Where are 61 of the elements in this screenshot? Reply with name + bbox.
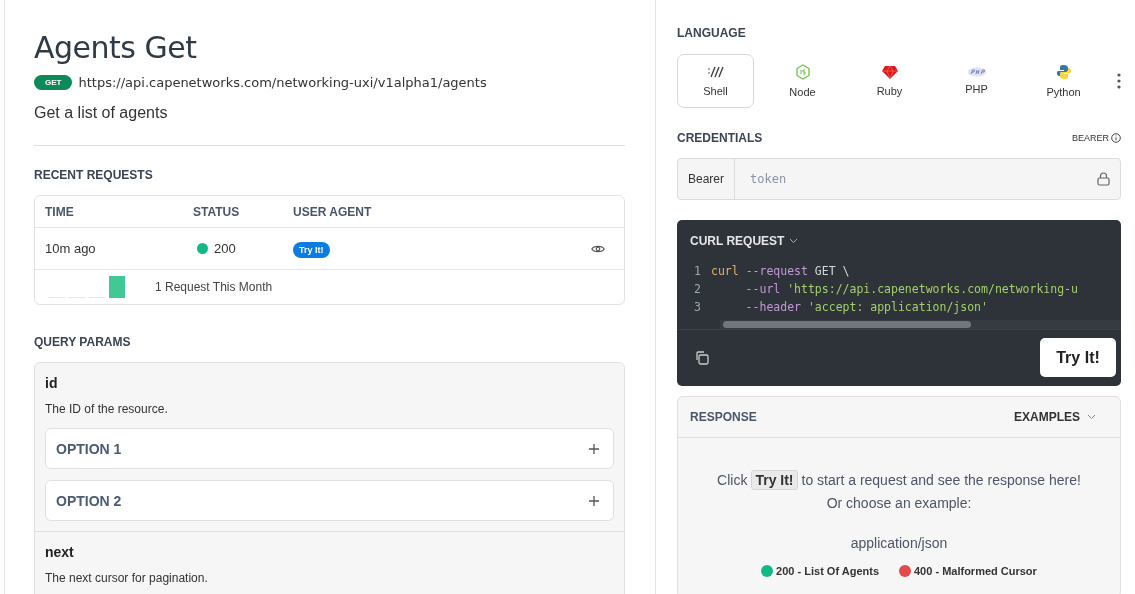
try-it-chip: Try It! <box>751 470 798 490</box>
line-number: 1 <box>693 263 702 280</box>
status-code: 200 <box>214 241 236 256</box>
gem-icon <box>881 65 898 79</box>
try-it-button[interactable]: Try It! <box>1040 338 1116 377</box>
user-agent-badge: Try It! <box>293 242 330 258</box>
example-link[interactable]: 200 - List Of Agents <box>776 565 879 577</box>
line-number: 3 <box>693 299 702 316</box>
page-title: Agents Get <box>34 30 198 65</box>
content-type-label: application/json <box>849 535 949 551</box>
endpoint-description: Get a list of agents <box>34 104 169 122</box>
language-tab[interactable]: Node <box>764 54 841 108</box>
column-header: USER AGENT <box>293 204 372 219</box>
line-number: 2 <box>693 281 702 298</box>
language-tab[interactable]: PHP <box>938 54 1015 108</box>
code-title[interactable]: CURL REQUEST <box>690 234 785 248</box>
section-heading: QUERY PARAMS <box>34 335 132 349</box>
info-icon[interactable] <box>1111 133 1121 143</box>
section-heading: RESPONSE <box>690 410 757 424</box>
hexagon-icon <box>795 64 810 80</box>
chevron-down-icon[interactable] <box>1087 414 1096 420</box>
example-link[interactable]: 400 - Malformed Cursor <box>914 565 1037 577</box>
scrollbar-thumb[interactable] <box>723 321 971 328</box>
section-heading: RECENT REQUESTS <box>34 168 154 182</box>
param-name: next <box>45 544 75 560</box>
request-summary: 1 Request This Month <box>155 280 273 294</box>
section-heading: CREDENTIALS <box>677 131 763 145</box>
section-heading: LANGUAGE <box>677 26 747 40</box>
option-label: OPTION 1 <box>56 440 122 457</box>
method-badge: GET <box>34 75 73 90</box>
examples-dropdown[interactable]: EXAMPLES <box>1014 410 1080 424</box>
hint-text: Or choose an example: <box>825 495 973 511</box>
param-description: The next cursor for pagination. <box>45 571 209 585</box>
code-line: --header 'accept: application/json' <box>744 299 988 316</box>
code-line: --url 'https://api.capenetworks.com/networking-u <box>744 281 1078 298</box>
field-prefix: Bearer <box>678 159 736 199</box>
option-row[interactable]: OPTION 2 <box>45 480 614 521</box>
chevron-down-icon[interactable] <box>789 238 799 244</box>
more-icon[interactable] <box>1117 73 1121 89</box>
language-tab[interactable]: Ruby <box>851 54 928 108</box>
snake-logo-icon <box>1055 64 1072 80</box>
language-tab[interactable]: Shell <box>677 54 754 108</box>
lock-icon <box>1097 172 1110 186</box>
hint-text: to start a request and see the response here! <box>801 472 1081 488</box>
option-label: OPTION 2 <box>56 492 122 509</box>
credentials-field[interactable]: Bearer token <box>677 158 1121 200</box>
language-tab[interactable]: Python <box>1025 54 1102 108</box>
auth-scheme-label: BEARER <box>1072 133 1109 143</box>
token-field[interactable]: token <box>735 171 1097 187</box>
option-row[interactable]: OPTION 1 <box>45 428 614 469</box>
shell-icon <box>706 65 725 79</box>
column-header: TIME <box>45 204 75 219</box>
copy-icon[interactable] <box>694 349 710 366</box>
param-description: The ID of the resource. <box>45 402 169 416</box>
param-name: id <box>45 375 59 391</box>
php-logo-icon <box>966 67 987 77</box>
code-line: curl --request GET \ <box>711 263 850 280</box>
column-header: STATUS <box>193 204 241 219</box>
endpoint-url: https://api.capenetworks.com/networking-uxi/v1alpha1/agents <box>78 75 487 90</box>
time-cell-text: 10m ago <box>45 241 97 256</box>
hint-text: Click <box>717 472 748 488</box>
